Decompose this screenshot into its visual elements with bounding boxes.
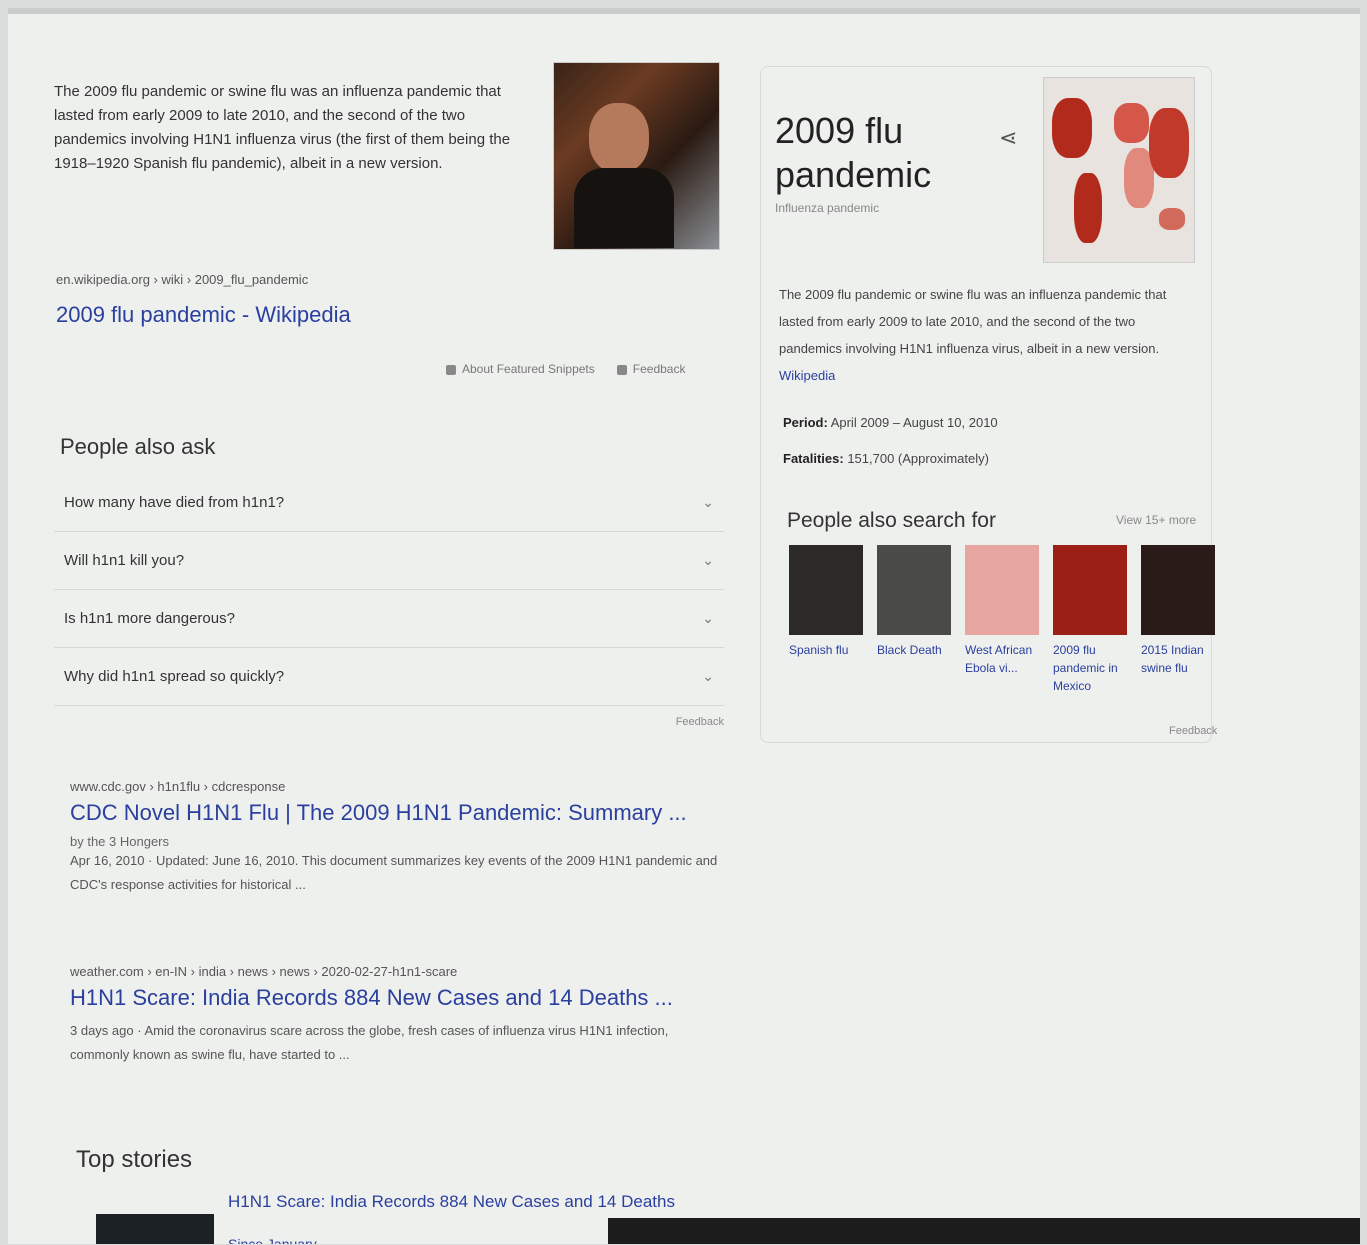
kp-subtitle: Influenza pandemic [775, 201, 880, 215]
search-result: www.cdc.gov › h1n1flu › cdcresponse CDC … [70, 779, 730, 897]
map-region [1074, 173, 1102, 243]
kp-card-thumb [1053, 545, 1127, 635]
kp-card-label: Black Death [877, 643, 942, 657]
kp-feedback[interactable]: Feedback [1169, 725, 1217, 737]
kp-card-thumb [789, 545, 863, 635]
map-region [1114, 103, 1149, 143]
kp-card[interactable]: 2009 flu pandemic in Mexico [1053, 545, 1127, 695]
kp-card-label: Spanish flu [789, 643, 849, 657]
knowledge-panel: 2009 flu pandemic Influenza pandemic ⋖ T… [760, 66, 1217, 743]
kp-card-thumb [1141, 545, 1215, 635]
result-description: 3 days ago · Amid the coronavirus scare … [70, 1023, 669, 1062]
view-more-link[interactable]: View 15+ more [1116, 513, 1196, 527]
kp-cards: Spanish flu Black Death West African Ebo… [789, 545, 1215, 695]
paa-question[interactable]: How many have died from h1n1? ⌄ [54, 474, 724, 532]
result-description: Apr 16, 2010 · Updated: June 16, 2010. T… [70, 853, 718, 892]
chevron-down-icon: ⌄ [702, 552, 714, 568]
story-subtitle: Since January [228, 1236, 317, 1244]
top-stories-title: Top stories [76, 1146, 193, 1173]
paa-title: People also ask [60, 434, 216, 459]
kp-card[interactable]: 2015 Indian swine flu [1141, 545, 1215, 695]
chevron-down-icon: ⌄ [702, 610, 714, 626]
kp-card-label: 2015 Indian swine flu [1141, 643, 1204, 675]
kp-card-thumb [965, 545, 1039, 635]
paa-feedback[interactable]: Feedback [54, 716, 724, 728]
result-cite[interactable]: www.cdc.gov › h1n1flu › cdcresponse [70, 779, 730, 794]
kp-card[interactable]: Spanish flu [789, 545, 863, 695]
featured-snippet-link[interactable]: 2009 flu pandemic - Wikipedia [56, 302, 351, 328]
person-body [574, 168, 674, 248]
map-region [1052, 98, 1092, 158]
map-region [1149, 108, 1189, 178]
share-icon[interactable]: ⋖ [999, 125, 1017, 151]
result-cite[interactable]: weather.com › en-IN › india › news › new… [70, 964, 730, 979]
kp-fact: Fatalities: 151,700 (Approximately) [783, 451, 989, 466]
paa-question[interactable]: Why did h1n1 spread so quickly? ⌄ [54, 648, 724, 706]
paa-question[interactable]: Will h1n1 kill you? ⌄ [54, 532, 724, 590]
search-result: weather.com › en-IN › india › news › new… [70, 964, 730, 1067]
featured-snippet-cite: en.wikipedia.org › wiki › 2009_flu_pande… [56, 272, 309, 287]
kp-title: 2009 flu pandemic [775, 110, 932, 195]
result-title[interactable]: CDC Novel H1N1 Flu | The 2009 H1N1 Pande… [70, 800, 730, 826]
chevron-down-icon: ⌄ [702, 494, 714, 510]
kp-card-label: West African Ebola vi... [965, 643, 1033, 675]
featured-snippet-text: The 2009 flu pandemic or swine flu was a… [54, 83, 511, 172]
about-featured-snippets[interactable]: About Featured Snippets [446, 362, 595, 376]
result-title[interactable]: H1N1 Scare: India Records 884 New Cases … [70, 985, 730, 1011]
kp-fact: Period: April 2009 – August 10, 2010 [783, 415, 998, 430]
result-meta: by the 3 Hongers [70, 834, 170, 849]
feedback-icon [616, 364, 627, 375]
story-thumbnail[interactable] [96, 1214, 214, 1244]
world-map-image[interactable] [1043, 77, 1195, 263]
people-also-search-title: People also search for [787, 509, 996, 532]
map-region [1159, 208, 1185, 230]
people-also-ask: People also ask How many have died from … [54, 434, 724, 728]
monitor-bezel [608, 1218, 1360, 1244]
person-face [589, 103, 649, 173]
chevron-down-icon: ⌄ [702, 668, 714, 684]
kp-card-thumb [877, 545, 951, 635]
featured-snippet-image[interactable] [553, 62, 720, 250]
story-title[interactable]: H1N1 Scare: India Records 884 New Cases … [228, 1192, 708, 1212]
kp-source-link[interactable]: Wikipedia [779, 362, 1194, 389]
kp-description: The 2009 flu pandemic or swine flu was a… [779, 281, 1194, 389]
snippet-feedback[interactable]: Feedback [616, 362, 685, 376]
help-icon [446, 364, 456, 375]
paa-question[interactable]: Is h1n1 more dangerous? ⌄ [54, 590, 724, 648]
kp-card[interactable]: West African Ebola vi... [965, 545, 1039, 695]
screen: The 2009 flu pandemic or swine flu was a… [8, 8, 1360, 1244]
featured-snippet-tools: About Featured Snippets Feedback [446, 362, 685, 376]
kp-card-label: 2009 flu pandemic in Mexico [1053, 643, 1118, 693]
kp-card[interactable]: Black Death [877, 545, 951, 695]
